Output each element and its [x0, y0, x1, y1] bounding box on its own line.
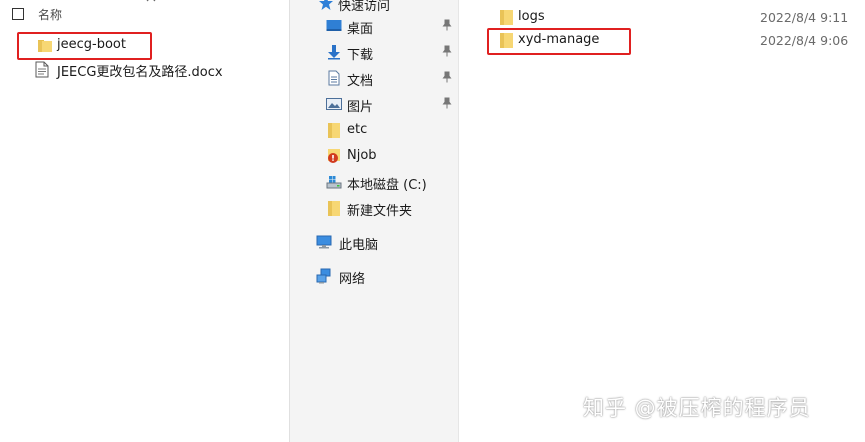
computer-icon [316, 235, 332, 249]
file-name: jeecg-boot [57, 37, 126, 52]
network-icon [316, 268, 331, 284]
file-date: 2022/8/4 9:11 [760, 10, 849, 25]
nav-item-documents[interactable]: 文档 [290, 67, 460, 89]
folder-icon [328, 123, 340, 138]
column-header-name[interactable]: 名称 [38, 6, 62, 23]
pin-icon[interactable] [442, 19, 452, 31]
file-row-xyd-manage[interactable]: xyd-manage 2022/8/4 9:06 [497, 31, 857, 51]
document-icon [35, 61, 49, 78]
folder-icon [38, 40, 52, 52]
nav-label: 图片 [347, 100, 374, 115]
folder-icon [500, 33, 513, 48]
nav-item-etc[interactable]: etc [290, 119, 460, 141]
nav-label: 文档 [347, 74, 374, 89]
drive-icon [326, 176, 342, 189]
nav-item-this-pc[interactable]: 此电脑 [290, 231, 460, 253]
file-date: 2022/8/4 9:06 [760, 33, 849, 48]
nav-label: etc [347, 122, 368, 137]
folder-icon [500, 10, 513, 25]
column-header-row: 名称 [0, 0, 289, 30]
nav-item-desktop[interactable]: 桌面 [290, 15, 460, 37]
pin-icon[interactable] [442, 45, 452, 57]
file-name: logs [518, 9, 545, 24]
select-all-checkbox[interactable] [12, 8, 24, 20]
nav-item-pictures[interactable]: 图片 [290, 93, 460, 115]
file-name: JEECG更改包名及路径.docx [57, 65, 223, 80]
nav-label: 下载 [347, 48, 374, 63]
file-name: xyd-manage [518, 32, 600, 47]
navigation-pane: 快速访问 桌面 下载 文档 图片 etc Njob 本地磁盘 (C:) 新建文件… [289, 0, 459, 442]
watermark: 知乎 @被压榨的程序员 [583, 396, 811, 420]
documents-icon [328, 70, 340, 86]
pictures-icon [326, 98, 342, 110]
nav-item-downloads[interactable]: 下载 [290, 41, 460, 63]
nav-label: 桌面 [347, 22, 374, 37]
folder-contents-pane: logs 2022/8/4 9:11 xyd-manage 2022/8/4 9… [459, 0, 865, 442]
star-icon [319, 0, 333, 10]
nav-quick-access[interactable]: 快速访问 [290, 0, 460, 14]
njob-icon [328, 149, 340, 163]
nav-label: 快速访问 [338, 0, 391, 14]
pin-icon[interactable] [442, 97, 452, 109]
nav-label: 此电脑 [339, 238, 379, 253]
nav-item-network[interactable]: 网络 [290, 265, 460, 287]
nav-item-local-disk[interactable]: 本地磁盘 (C:) [290, 171, 460, 193]
download-icon [328, 45, 340, 60]
nav-item-new-folder[interactable]: 新建文件夹 [290, 197, 460, 219]
nav-label: 新建文件夹 [347, 204, 413, 219]
nav-label: 网络 [339, 272, 366, 287]
nav-item-njob[interactable]: Njob [290, 145, 460, 167]
file-row-logs[interactable]: logs 2022/8/4 9:11 [497, 8, 857, 28]
pin-icon[interactable] [442, 71, 452, 83]
file-list-pane: 名称 jeecg-boot JEECG更改包名及路径.docx [0, 0, 289, 442]
chevron-up-icon [146, 0, 156, 2]
desktop-icon [326, 20, 342, 31]
nav-label: Njob [347, 148, 377, 163]
file-row-jeecg-docx[interactable]: JEECG更改包名及路径.docx [30, 60, 270, 80]
file-row-jeecg-boot[interactable]: jeecg-boot [30, 36, 150, 56]
nav-label: 本地磁盘 (C:) [347, 178, 427, 193]
folder-icon [328, 201, 340, 216]
